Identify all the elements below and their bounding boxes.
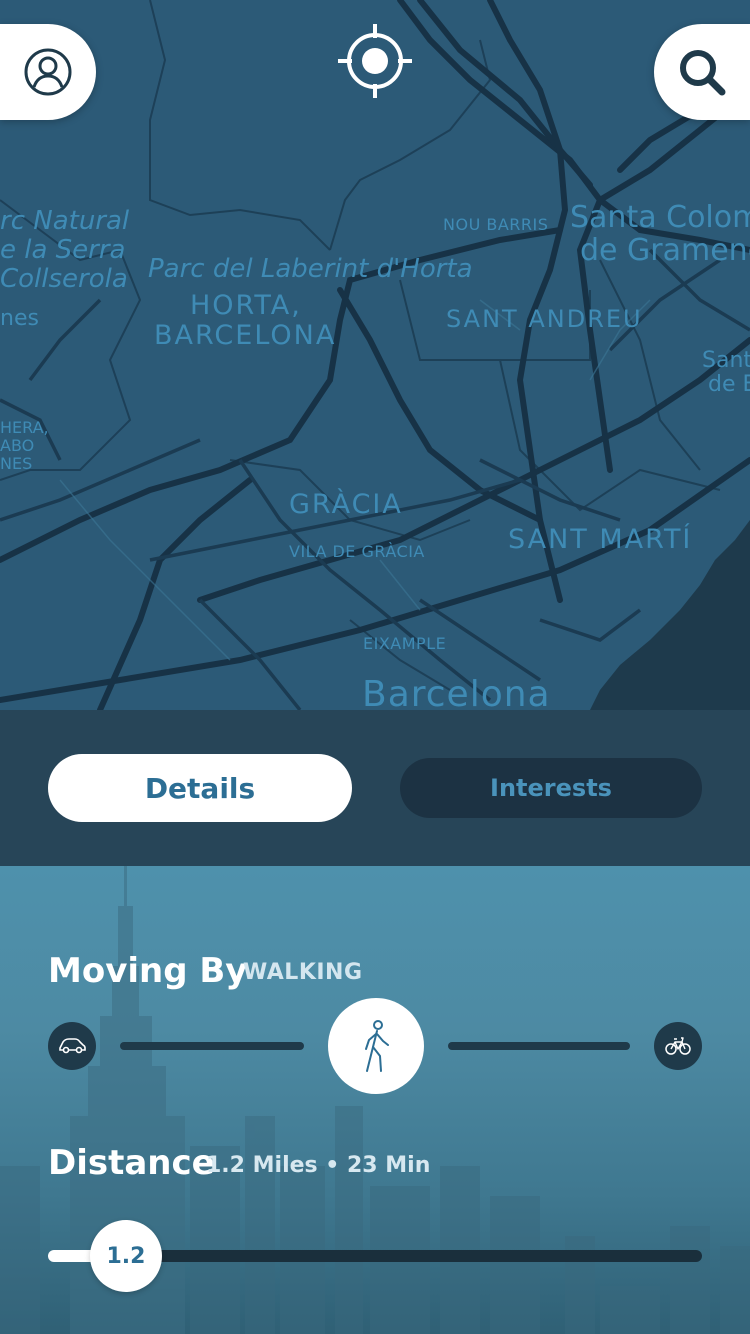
map-label: VILA DE GRÀCIA: [289, 542, 425, 561]
map-label: GRÀCIA: [289, 489, 403, 520]
search-button[interactable]: [654, 24, 750, 120]
crosshair-icon[interactable]: [338, 24, 412, 98]
search-icon: [680, 50, 726, 96]
mode-track-left: [120, 1042, 304, 1050]
walking-mode-button[interactable]: [328, 998, 424, 1094]
map-label: rc Natural: [0, 206, 130, 236]
map-label: Parc del Laberint d'Horta: [148, 254, 473, 284]
distance-slider-knob[interactable]: 1.2: [90, 1220, 162, 1292]
map-label: Barcelona: [362, 674, 551, 711]
distance-title: Distance: [48, 1143, 215, 1183]
map-label: de Gramene: [580, 233, 750, 268]
tab-bar: Details Interests: [0, 710, 750, 866]
map-label: nes: [0, 306, 39, 331]
distance-slider-track[interactable]: [108, 1250, 702, 1262]
car-icon: [59, 1038, 86, 1054]
map-label: Collserola: [0, 264, 128, 294]
mode-track-right: [448, 1042, 630, 1050]
moving-mode-value: WALKING: [243, 960, 363, 985]
tab-interests[interactable]: Interests: [400, 758, 702, 818]
bicycle-mode-button[interactable]: [654, 1022, 702, 1070]
map-label: HERA,: [0, 418, 49, 437]
walking-icon: [365, 1020, 389, 1072]
moving-by-title: Moving By: [48, 951, 248, 991]
map-label: Sant: [702, 348, 750, 373]
bicycle-icon: [665, 1037, 691, 1055]
map-label: HORTA,: [190, 290, 302, 321]
map-label: Santa Colom: [570, 200, 750, 235]
profile-button[interactable]: [0, 24, 96, 120]
map-label: EIXAMPLE: [363, 634, 447, 653]
map-label: NES: [0, 454, 33, 473]
map-label: e la Serra: [0, 235, 126, 265]
map-label: NOU BARRIS: [443, 215, 549, 234]
map-label: SANT MARTÍ: [508, 524, 693, 555]
map-label: ABO: [0, 436, 35, 455]
map-roads: [0, 0, 750, 710]
map-view[interactable]: rc Natural e la Serra Collserola nes Par…: [0, 0, 750, 710]
distance-summary: 1.2 Miles • 23 Min: [206, 1153, 431, 1178]
tab-details[interactable]: Details: [48, 754, 352, 822]
user-circle-icon: [24, 48, 72, 96]
map-label: de E: [708, 372, 750, 397]
map-label: BARCELONA: [154, 320, 337, 351]
car-mode-button[interactable]: [48, 1022, 96, 1070]
map-label: SANT ANDREU: [446, 305, 643, 333]
details-panel: Moving By WALKING Distance 1.2 Miles • 2…: [0, 866, 750, 1334]
